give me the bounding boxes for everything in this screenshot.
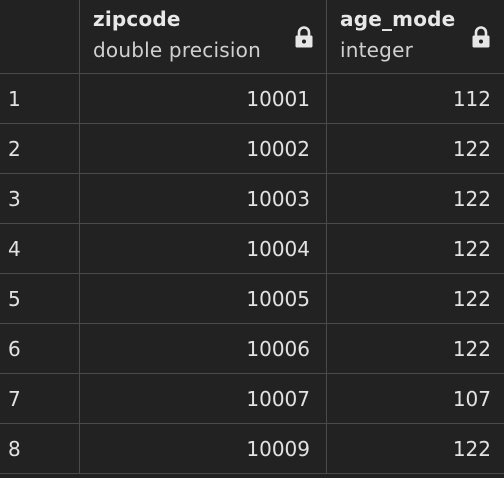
table-row[interactable]: 5 10005 122 xyxy=(0,274,504,324)
cell-zipcode[interactable]: 10007 xyxy=(80,374,327,423)
column-name: zipcode xyxy=(93,7,181,31)
row-number[interactable]: 6 xyxy=(0,324,80,373)
cell-age-mode[interactable]: 122 xyxy=(327,424,504,473)
cell-age-mode[interactable]: 107 xyxy=(327,374,504,423)
row-number[interactable]: 3 xyxy=(0,174,80,223)
cell-age-mode[interactable]: 112 xyxy=(327,74,504,123)
cell-age-mode[interactable]: 122 xyxy=(327,124,504,173)
cell-age-mode[interactable]: 122 xyxy=(327,324,504,373)
table-row[interactable]: 8 10009 122 xyxy=(0,424,504,474)
table-row[interactable]: 6 10006 122 xyxy=(0,324,504,374)
row-number[interactable]: 1 xyxy=(0,74,80,123)
lock-icon xyxy=(472,26,490,48)
row-number[interactable]: 2 xyxy=(0,124,80,173)
cell-zipcode[interactable]: 10005 xyxy=(80,274,327,323)
cell-zipcode[interactable]: 10006 xyxy=(80,324,327,373)
cell-zipcode[interactable]: 10004 xyxy=(80,224,327,273)
table-row[interactable]: 7 10007 107 xyxy=(0,374,504,424)
cell-zipcode[interactable]: 10002 xyxy=(80,124,327,173)
table-row[interactable]: 1 10001 112 xyxy=(0,74,504,124)
grid-body: 1 10001 112 2 10002 122 3 10003 122 4 10… xyxy=(0,74,504,474)
cell-age-mode[interactable]: 122 xyxy=(327,224,504,273)
row-number[interactable]: 5 xyxy=(0,274,80,323)
cell-age-mode[interactable]: 122 xyxy=(327,274,504,323)
table-row[interactable]: 2 10002 122 xyxy=(0,124,504,174)
table-row[interactable]: 3 10003 122 xyxy=(0,174,504,224)
row-number-header xyxy=(0,0,80,73)
result-grid: zipcode double precision age_mode intege… xyxy=(0,0,504,478)
row-number[interactable]: 7 xyxy=(0,374,80,423)
lock-icon xyxy=(295,26,313,48)
row-number[interactable]: 8 xyxy=(0,424,80,473)
grid-header: zipcode double precision age_mode intege… xyxy=(0,0,504,74)
cell-zipcode[interactable]: 10003 xyxy=(80,174,327,223)
table-row[interactable]: 4 10004 122 xyxy=(0,224,504,274)
column-type: double precision xyxy=(93,38,261,62)
row-number[interactable]: 4 xyxy=(0,224,80,273)
cell-age-mode[interactable]: 122 xyxy=(327,174,504,223)
column-type: integer xyxy=(340,38,414,62)
column-header-age-mode[interactable]: age_mode integer xyxy=(327,0,504,73)
column-header-zipcode[interactable]: zipcode double precision xyxy=(80,0,327,73)
cell-zipcode[interactable]: 10001 xyxy=(80,74,327,123)
column-name: age_mode xyxy=(340,7,456,31)
cell-zipcode[interactable]: 10009 xyxy=(80,424,327,473)
